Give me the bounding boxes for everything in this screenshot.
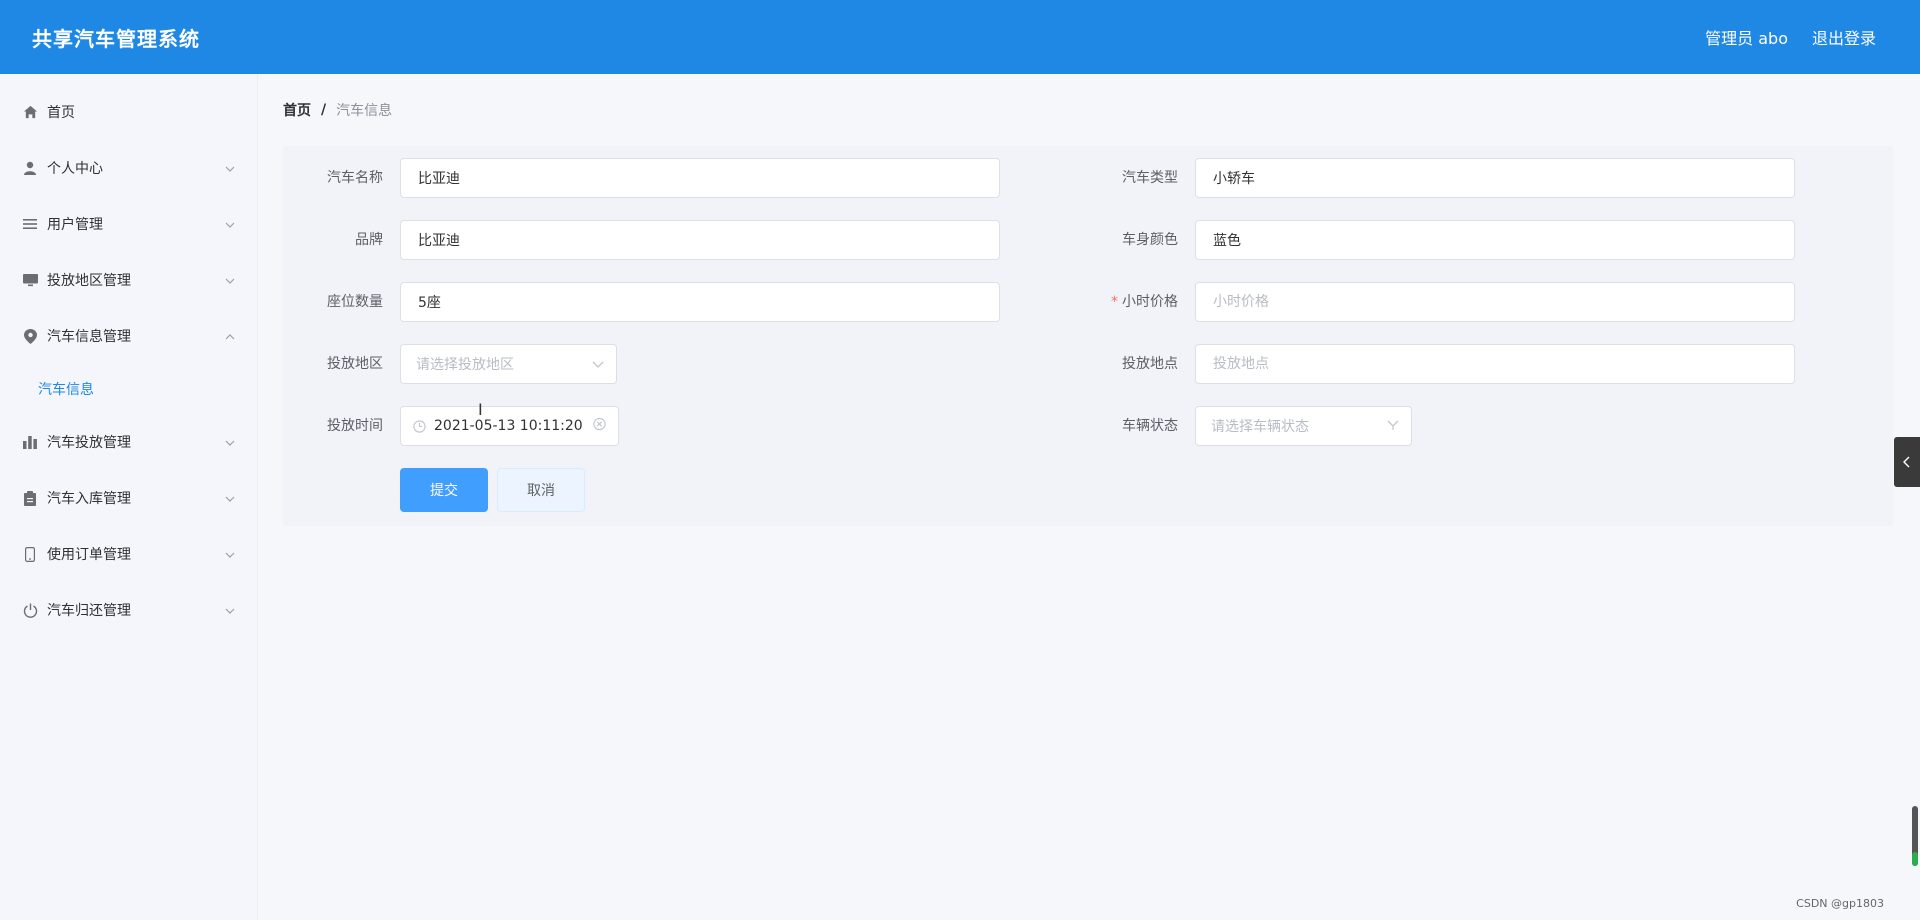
collapse-panel-button[interactable] [1894, 437, 1920, 487]
current-user-label: 管理员 abo [1705, 29, 1788, 48]
breadcrumb-home[interactable]: 首页 [283, 100, 311, 120]
chevron-down-icon [225, 602, 235, 618]
sidebar-item-label: 汽车投放管理 [47, 435, 131, 451]
vehicle-status-label: 车辆状态 [1122, 418, 1178, 434]
car-type-input[interactable] [1211, 169, 1779, 187]
chevron-down-icon [1387, 418, 1399, 434]
sidebar-item-car-storage-management[interactable]: 汽车入库管理 [0, 470, 257, 526]
sidebar-item-label: 汽车入库管理 [47, 491, 131, 507]
sidebar-item-personal-center[interactable]: 个人中心 [0, 140, 257, 196]
chevron-up-icon [225, 328, 235, 344]
location-label: 投放地点 [1122, 356, 1178, 372]
car-info-form: 汽车名称 汽车类型 品牌 车身颜色 座位数量 *小时价格 投放地区 [283, 146, 1893, 526]
sidebar-item-label: 投放地区管理 [47, 273, 131, 289]
sidebar-item-label: 汽车归还管理 [47, 603, 131, 619]
release-time-label: 投放时间 [327, 418, 383, 434]
body-color-field[interactable] [1195, 220, 1795, 260]
breadcrumb-current: 汽车信息 [336, 103, 393, 119]
clipboard-icon [22, 490, 38, 506]
phone-icon [22, 546, 38, 562]
car-type-label: 汽车类型 [1122, 170, 1178, 186]
seats-input[interactable] [416, 293, 984, 311]
sidebar-subitem-car-info[interactable]: 汽车信息 [0, 364, 257, 414]
top-header: 共享汽车管理系统 管理员 abo 退出登录 [0, 0, 1920, 74]
hourly-price-field[interactable] [1195, 282, 1795, 322]
seats-label: 座位数量 [327, 294, 383, 310]
brand-label: 品牌 [355, 232, 383, 248]
logout-button[interactable]: 退出登录 [1812, 25, 1876, 49]
chevron-down-icon [592, 356, 604, 372]
sidebar-menu: 首页 个人中心 用户管理 投放地区管理 汽车信息管理 汽车信息 汽车投放管理 汽… [0, 74, 258, 920]
body-color-label: 车身颜色 [1122, 232, 1178, 248]
chevron-down-icon [225, 160, 235, 176]
region-select-placeholder: 请选择投放地区 [416, 357, 514, 373]
sidebar-item-user-management[interactable]: 用户管理 [0, 196, 257, 252]
app-title: 共享汽车管理系统 [32, 26, 200, 51]
sidebar-item-label: 汽车信息管理 [47, 329, 131, 345]
power-icon [22, 602, 38, 618]
main-content: 首页 / 汽车信息 汽车名称 汽车类型 品牌 车身颜色 座位数量 *小时价格 [259, 74, 1920, 920]
clear-icon[interactable] [593, 417, 606, 435]
sidebar-item-label: 使用订单管理 [47, 547, 131, 563]
seats-field[interactable] [400, 282, 1000, 322]
breadcrumb: 首页 / 汽车信息 [283, 100, 392, 120]
sidebar-item-order-management[interactable]: 使用订单管理 [0, 526, 257, 582]
car-name-field[interactable] [400, 158, 1000, 198]
sidebar-item-label: 个人中心 [47, 161, 103, 177]
bar-chart-icon [22, 434, 38, 450]
region-select[interactable]: 请选择投放地区 [400, 344, 617, 384]
header-user-area: 管理员 abo 退出登录 [1705, 25, 1876, 49]
sidebar-item-home[interactable]: 首页 [0, 84, 257, 140]
release-time-picker[interactable]: 2021-05-13 10:11:20 [400, 406, 619, 446]
hourly-price-input[interactable] [1211, 293, 1779, 311]
brand-input[interactable] [416, 231, 984, 249]
car-type-field[interactable] [1195, 158, 1795, 198]
breadcrumb-separator: / [321, 102, 327, 118]
location-icon [22, 328, 38, 344]
sidebar-item-car-info-management[interactable]: 汽车信息管理 [0, 308, 257, 364]
chevron-down-icon [225, 434, 235, 450]
monitor-icon [22, 272, 38, 288]
body-color-input[interactable] [1211, 231, 1779, 249]
chevron-down-icon [225, 490, 235, 506]
cancel-button[interactable]: 取消 [497, 468, 585, 512]
scrollbar[interactable] [1912, 806, 1918, 866]
user-icon [22, 160, 38, 176]
location-field[interactable] [1195, 344, 1795, 384]
brand-field[interactable] [400, 220, 1000, 260]
vehicle-status-placeholder: 请选择车辆状态 [1211, 419, 1309, 435]
chevron-down-icon [225, 546, 235, 562]
chevron-down-icon [225, 272, 235, 288]
hourly-price-label: * 小时价格 [1078, 282, 1178, 322]
car-name-input[interactable] [416, 169, 984, 187]
sidebar-item-car-return-management[interactable]: 汽车归还管理 [0, 582, 257, 638]
required-asterisk: * [1111, 294, 1118, 310]
sidebar-item-car-release-management[interactable]: 汽车投放管理 [0, 414, 257, 470]
text-cursor-icon: I [478, 400, 483, 419]
submit-button[interactable]: 提交 [400, 468, 488, 512]
scrollbar-indicator [1912, 852, 1918, 866]
watermark: CSDN @gp1803 [1796, 897, 1884, 910]
sidebar-item-label: 用户管理 [47, 217, 103, 233]
list-icon [22, 216, 38, 232]
chevron-left-icon [1903, 456, 1910, 468]
chevron-down-icon [225, 216, 235, 232]
home-icon [22, 104, 38, 120]
hourly-price-label-text: 小时价格 [1122, 294, 1178, 310]
sidebar-item-region-management[interactable]: 投放地区管理 [0, 252, 257, 308]
region-label: 投放地区 [327, 356, 383, 372]
vehicle-status-select[interactable]: 请选择车辆状态 [1195, 406, 1412, 446]
location-input[interactable] [1211, 355, 1779, 373]
car-name-label: 汽车名称 [327, 170, 383, 186]
release-time-value: 2021-05-13 10:11:20 [434, 418, 583, 434]
sidebar-item-label: 首页 [47, 105, 75, 121]
clock-icon [413, 419, 426, 433]
